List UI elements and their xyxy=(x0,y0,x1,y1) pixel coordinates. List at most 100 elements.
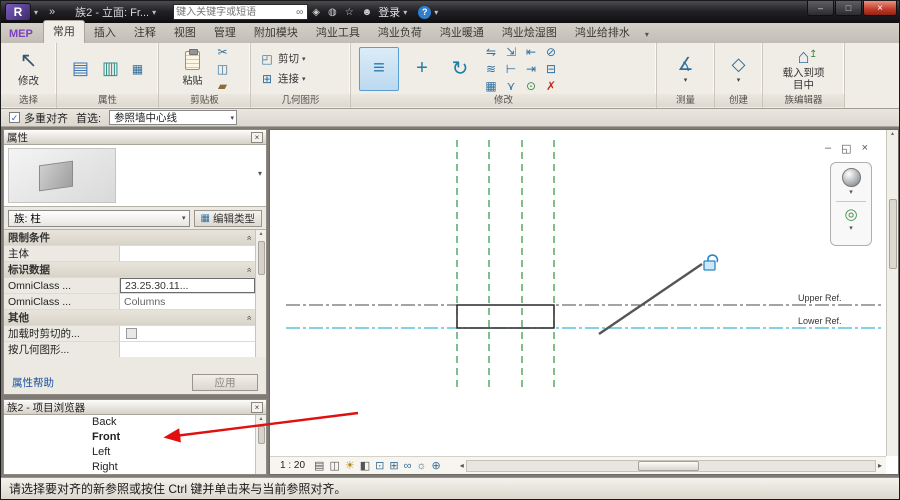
measure-icon[interactable]: ∡ xyxy=(675,53,697,75)
view-close-icon[interactable]: × xyxy=(862,142,868,155)
browser-scrollbar[interactable]: ▴ xyxy=(255,415,266,474)
view-item-front-selected[interactable]: Front xyxy=(4,430,255,445)
visual-style-icon[interactable]: ◫ xyxy=(329,458,339,474)
move-tool-icon[interactable]: + xyxy=(407,47,437,91)
favorites-star-icon[interactable]: ☆ xyxy=(345,7,354,18)
panel-label-modify[interactable]: 修改 xyxy=(351,94,656,107)
crop-view-icon[interactable]: ⊡ xyxy=(375,458,384,474)
match-type-icon[interactable]: ▰ xyxy=(215,78,231,94)
view-item-back[interactable]: Back xyxy=(4,415,255,430)
maximize-button[interactable]: □ xyxy=(835,1,862,16)
collapse-icon[interactable]: » xyxy=(243,235,253,240)
tab-overflow-icon[interactable]: ▾ xyxy=(639,30,655,43)
copy-to-clipboard-icon[interactable]: ◫ xyxy=(215,61,231,77)
prefer-select[interactable]: 参照墙中心线 ▾ xyxy=(109,110,237,125)
shadows-icon[interactable]: ◧ xyxy=(360,458,370,474)
help-icon[interactable]: ? xyxy=(418,6,431,19)
tab-addins[interactable]: 附加模块 xyxy=(245,22,307,43)
rotate-tool-icon[interactable]: ↻ xyxy=(445,47,475,91)
unpin-icon[interactable]: ⊘ xyxy=(543,44,559,60)
family-types-icon[interactable]: ▥ xyxy=(100,58,122,80)
view-restore-icon[interactable]: ◱ xyxy=(841,142,851,155)
family-combo[interactable]: 族: 柱 ▾ xyxy=(8,210,190,227)
properties-help-link[interactable]: 属性帮助 xyxy=(12,375,54,390)
show-crop-region-icon[interactable]: ⊞ xyxy=(389,458,398,474)
tab-home[interactable]: 常用 xyxy=(43,20,85,43)
communication-center-icon[interactable]: ◍ xyxy=(328,7,337,18)
minimize-button[interactable]: – xyxy=(807,1,834,16)
align-tool-button-active[interactable]: ≡ xyxy=(359,47,399,91)
subscription-key-icon[interactable]: ◈ xyxy=(312,7,320,18)
join-geometry-button[interactable]: ⊞ 连接 ▾ xyxy=(257,70,308,88)
lock-view-icon[interactable]: ⊕ xyxy=(432,458,441,474)
modify-button[interactable]: ↖ 修改 xyxy=(14,49,43,89)
row-omniclass-number[interactable]: OmniClass ... 23.25.30.11... xyxy=(4,278,255,294)
tab-hongye-tools[interactable]: 鸿业工具 xyxy=(307,22,369,43)
row-cut-when-loaded[interactable]: 加载时剪切的... xyxy=(4,326,255,342)
scroll-left-icon[interactable]: ◂ xyxy=(458,461,466,470)
close-button[interactable]: × xyxy=(863,1,897,16)
cut-to-clipboard-icon[interactable]: ✂ xyxy=(215,44,231,60)
project-browser-close-icon[interactable]: × xyxy=(251,402,263,413)
view-item-right[interactable]: Right xyxy=(4,460,255,474)
section-other[interactable]: 其他 » xyxy=(4,310,255,326)
search-binoculars-icon[interactable]: ∞ xyxy=(294,7,305,18)
view-item-left[interactable]: Left xyxy=(4,445,255,460)
wheel-dropdown-icon[interactable]: ▾ xyxy=(849,190,853,196)
split-icon[interactable]: ⋎ xyxy=(503,78,519,94)
omniclass-number-value[interactable]: 23.25.30.11... xyxy=(120,278,255,293)
scroll-thumb[interactable] xyxy=(258,241,265,275)
zoom-icon[interactable]: ◎ xyxy=(844,207,857,223)
mirror-icon[interactable]: ⇋ xyxy=(483,44,499,60)
align-dimension-icon[interactable]: ⇤ xyxy=(523,44,539,60)
scroll-up-icon[interactable]: ▴ xyxy=(259,415,262,424)
vscroll-thumb[interactable] xyxy=(889,199,897,269)
properties-close-icon[interactable]: × xyxy=(251,132,263,143)
type-selector-dropdown-icon[interactable]: ▾ xyxy=(258,169,262,178)
pin-icon[interactable]: ⊙ xyxy=(523,78,539,94)
section-constraints[interactable]: 限制条件 » xyxy=(4,230,255,246)
section-identity-data[interactable]: 标识数据 » xyxy=(4,262,255,278)
cut-geometry-button[interactable]: ◰ 剪切 ▾ xyxy=(257,50,308,68)
alignment-lock-icon[interactable] xyxy=(704,255,717,270)
temporary-hide-isolate-icon[interactable]: ∞ xyxy=(404,458,412,474)
array-icon[interactable]: ▦ xyxy=(483,78,499,94)
row-pre-cut-geometry[interactable]: 按几何图形... xyxy=(4,342,255,357)
steering-wheel-icon[interactable] xyxy=(842,168,861,187)
signin-label[interactable]: 登录 xyxy=(378,4,400,20)
tab-annotate[interactable]: 注释 xyxy=(125,22,165,43)
tab-view[interactable]: 视图 xyxy=(165,22,205,43)
column-extrusion-outline[interactable] xyxy=(457,305,554,328)
collapse-icon[interactable]: » xyxy=(243,267,253,272)
detail-level-icon[interactable]: ▤ xyxy=(314,458,324,474)
load-into-project-button[interactable]: ⌂↥ 载入到项目中 xyxy=(781,47,827,91)
signin-dropdown-icon[interactable]: ▾ xyxy=(403,8,407,17)
scroll-up-icon[interactable]: ▴ xyxy=(259,230,262,239)
reveal-hidden-icon[interactable]: ☼ xyxy=(416,458,426,474)
properties-palette-header[interactable]: 属性 × xyxy=(4,130,266,145)
hscroll-thumb[interactable] xyxy=(638,461,699,471)
cut-when-loaded-checkbox[interactable] xyxy=(126,328,137,339)
panel-label-geometry[interactable]: 几何图形 xyxy=(251,94,350,107)
panel-label-measure[interactable]: 测量 xyxy=(657,94,714,107)
panel-label-clipboard[interactable]: 剪贴板 xyxy=(159,94,250,107)
omniclass-title-value[interactable]: Columns xyxy=(120,294,255,309)
properties-scrollbar[interactable]: ▴ xyxy=(255,230,266,357)
properties-palette-icon[interactable]: ▤ xyxy=(70,58,92,80)
signin-person-icon[interactable]: ☻ xyxy=(362,7,373,18)
measure-dropdown-icon[interactable]: ▾ xyxy=(684,76,688,84)
quick-access-toolbar-overflow[interactable]: » xyxy=(49,6,57,18)
multi-align-checkbox[interactable]: ✓ 多重对齐 xyxy=(9,110,68,126)
view-minimize-icon[interactable]: – xyxy=(825,142,831,155)
row-host[interactable]: 主体 xyxy=(4,246,255,262)
drawing-area[interactable]: Upper Ref. Lower Ref. – ◱ × ▾ ◎ ▾ xyxy=(269,129,899,475)
tab-manage[interactable]: 管理 xyxy=(205,22,245,43)
application-menu-button[interactable]: R ▾ xyxy=(5,3,41,21)
create-dropdown-icon[interactable]: ▾ xyxy=(737,76,741,84)
apply-button[interactable]: 应用 xyxy=(192,374,258,391)
tab-hongye-loads[interactable]: 鸿业负荷 xyxy=(369,22,431,43)
help-dropdown-icon[interactable]: ▾ xyxy=(434,8,438,17)
scale-icon[interactable]: ⇲ xyxy=(503,44,519,60)
collapse-icon[interactable]: » xyxy=(243,315,253,320)
edit-type-button[interactable]: ▦ 编辑类型 xyxy=(194,210,262,227)
